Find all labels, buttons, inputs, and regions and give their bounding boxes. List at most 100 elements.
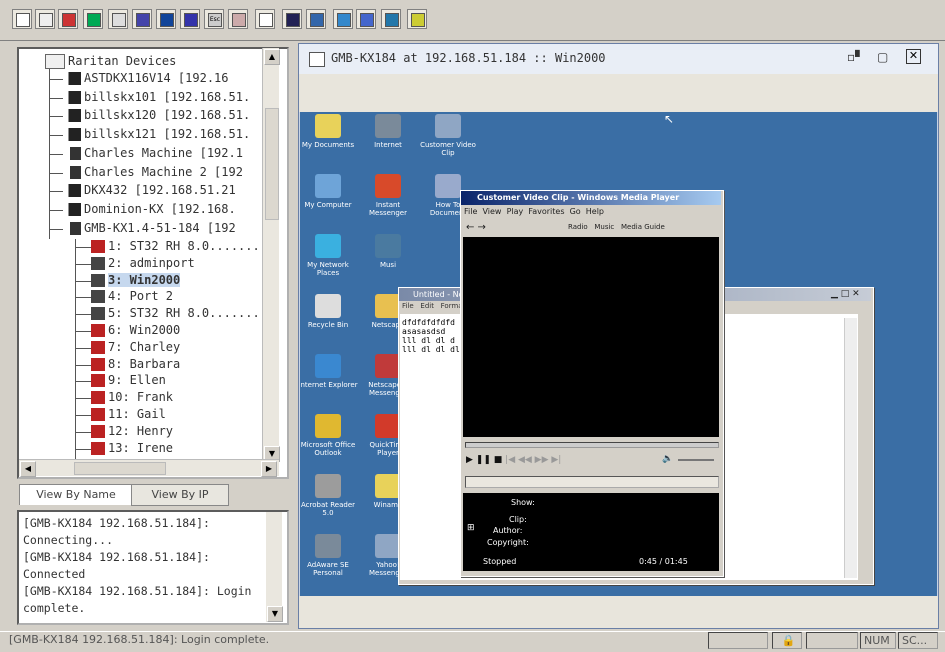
volume-slider[interactable] <box>678 459 714 461</box>
desktop-icon[interactable]: My Network Places <box>300 234 358 277</box>
tree-port[interactable]: 7: Charley <box>91 340 180 356</box>
menu-play[interactable]: Play <box>507 207 524 216</box>
tree-device[interactable]: GMB-KX1.4-51-184 [192 <box>63 221 236 237</box>
tree-horizontal-scrollbar[interactable]: ◀ ▶ <box>19 459 279 477</box>
grid-icon[interactable] <box>228 9 248 29</box>
tree-device[interactable]: Charles Machine [192.1 <box>63 146 243 162</box>
fullscreen-icon[interactable] <box>282 9 302 29</box>
skip-icons[interactable]: |◀ ◀◀ ▶▶ ▶| <box>505 455 561 465</box>
tree-port-label: 13: Irene <box>108 440 174 455</box>
menu-help[interactable]: Help <box>586 207 604 216</box>
tree-device[interactable]: billskx101 [192.168.51. <box>63 90 250 106</box>
desktop-icon[interactable]: Microsoft Office Outlook <box>300 414 358 457</box>
menu-file[interactable]: File <box>402 302 414 310</box>
tree-device[interactable]: billskx121 [192.168.51. <box>63 127 250 143</box>
tree-port[interactable]: 2: adminport <box>91 256 195 272</box>
log-scrollbar[interactable]: ▼ <box>266 512 283 622</box>
folder-computer-icon <box>63 165 81 179</box>
scroll-left-icon[interactable]: ◀ <box>20 461 36 477</box>
video-area[interactable] <box>463 237 719 437</box>
tree-root[interactable]: Raritan Devices <box>45 54 176 70</box>
seek-bar[interactable] <box>465 442 719 448</box>
desktop-shortcut-icon <box>375 174 401 198</box>
tree-device[interactable]: ASTDKX116V14 [192.16 <box>63 71 229 87</box>
nav-radio[interactable]: Radio <box>568 223 588 231</box>
desktop-icon[interactable]: AdAware SE Personal <box>300 534 358 577</box>
menu-edit[interactable]: Edit <box>420 302 434 310</box>
desktop-icon[interactable]: Internet Explorer <box>300 354 358 389</box>
back-forward-icon[interactable]: ← → <box>466 222 486 233</box>
tree-port[interactable]: 10: Frank <box>91 390 173 406</box>
tree-device[interactable]: Charles Machine 2 [192 <box>63 165 243 181</box>
notepad-window-controls-icon[interactable]: ▁ □ ✕ <box>831 288 860 301</box>
nav-music[interactable]: Music <box>594 223 614 231</box>
play-icon[interactable]: ▶ <box>466 455 473 465</box>
menu-go[interactable]: Go <box>570 207 581 216</box>
menu-favorites[interactable]: Favorites <box>528 207 564 216</box>
tree-port[interactable]: 5: ST32 RH 8.0........ <box>91 306 267 322</box>
scroll-right-icon[interactable]: ▶ <box>261 461 277 477</box>
tab-view-by-name[interactable]: View By Name <box>19 484 133 505</box>
new-icon[interactable] <box>12 9 32 29</box>
nav-media-guide[interactable]: Media Guide <box>621 223 665 231</box>
color-icon[interactable] <box>58 9 78 29</box>
notepad-scrollbar[interactable] <box>844 318 857 578</box>
tree-device[interactable]: Dominion-KX [192.168. <box>63 202 236 218</box>
sync-icon[interactable] <box>132 9 152 29</box>
media-player-menu[interactable]: File View Play Favorites Go Help <box>464 207 604 216</box>
restore-icon[interactable]: ▢ <box>877 50 888 64</box>
tree-vertical-scrollbar[interactable]: ▲ ▼ <box>262 48 280 464</box>
tree-port[interactable]: 1: ST32 RH 8.0........ <box>91 239 267 255</box>
desktop-icon[interactable]: Recycle Bin <box>300 294 358 329</box>
globe-icon[interactable] <box>381 9 401 29</box>
connect-icon[interactable] <box>156 9 176 29</box>
device-tree[interactable]: Raritan Devices ASTDKX116V14 [192.16 bill… <box>17 47 289 479</box>
notepad-menu[interactable]: File Edit Format <box>402 302 465 310</box>
menu-view[interactable]: View <box>482 207 501 216</box>
desktop-icon[interactable]: Acrobat Reader 5.0 <box>300 474 358 517</box>
tree-port[interactable]: 13: Irene <box>91 441 173 457</box>
scroll-up-icon[interactable]: ▲ <box>264 49 280 65</box>
stop-icon[interactable]: ■ <box>494 455 503 465</box>
tree-port[interactable]: 4: Port 2 <box>91 289 173 305</box>
desktop-icon[interactable]: Internet <box>358 114 418 149</box>
tree-port[interactable]: 8: Barbara <box>91 357 180 373</box>
pointer-icon[interactable] <box>255 9 275 29</box>
close-icon[interactable]: ✕ <box>906 49 921 64</box>
minimize-icon[interactable]: ▫▘ <box>847 50 864 64</box>
refresh-icon[interactable] <box>83 9 103 29</box>
scroll-thumb[interactable] <box>265 108 279 220</box>
monitor-icon[interactable] <box>180 9 200 29</box>
image-icon[interactable] <box>108 9 128 29</box>
playback-controls[interactable]: ▶ ❚❚ ■ |◀ ◀◀ ▶▶ ▶| <box>466 455 561 465</box>
tree-port-selected[interactable]: 3: Win2000 <box>91 272 181 289</box>
desktop-icon[interactable]: Musi <box>358 234 418 269</box>
tree-port[interactable]: 6: Win2000 <box>91 323 180 339</box>
desktop-icon[interactable]: My Computer <box>300 174 358 209</box>
tree-port[interactable]: 9: Ellen <box>91 373 166 389</box>
scroll-thumb[interactable] <box>74 462 166 475</box>
desktop-icon-label: Internet Explorer <box>300 381 358 389</box>
scroll-down-icon[interactable]: ▼ <box>267 606 283 622</box>
tree-port[interactable]: 11: Gail <box>91 407 166 423</box>
properties-icon[interactable] <box>35 9 55 29</box>
screen-icon[interactable] <box>306 9 326 29</box>
menu-file[interactable]: File <box>464 207 477 216</box>
split-icon[interactable] <box>356 9 376 29</box>
tree-port[interactable]: 12: Henry <box>91 424 173 440</box>
help-icon[interactable] <box>407 9 427 29</box>
desktop-icon[interactable]: My Documents <box>300 114 358 149</box>
desktop-icon[interactable]: Customer Video Clip <box>418 114 478 157</box>
tree-guide-line <box>49 79 63 80</box>
volume-icon[interactable]: 🔈 <box>662 454 673 464</box>
player-status: Stopped <box>483 557 517 566</box>
tab-view-by-ip[interactable]: View By IP <box>131 484 229 506</box>
pause-icon[interactable]: ❚❚ <box>476 455 491 465</box>
esc-icon[interactable]: Esc <box>204 9 224 29</box>
tree-device[interactable]: DKX432 [192.168.51.21 <box>63 183 236 199</box>
tree-device[interactable]: billskx120 [192.168.51. <box>63 108 250 124</box>
media-player-titlebar[interactable]: Customer Video Clip - Windows Media Play… <box>461 191 721 205</box>
desktop-icon[interactable]: Instant Messenger <box>358 174 418 217</box>
window-icon[interactable] <box>333 9 353 29</box>
media-player-nav[interactable]: Radio Music Media Guide <box>568 223 665 231</box>
